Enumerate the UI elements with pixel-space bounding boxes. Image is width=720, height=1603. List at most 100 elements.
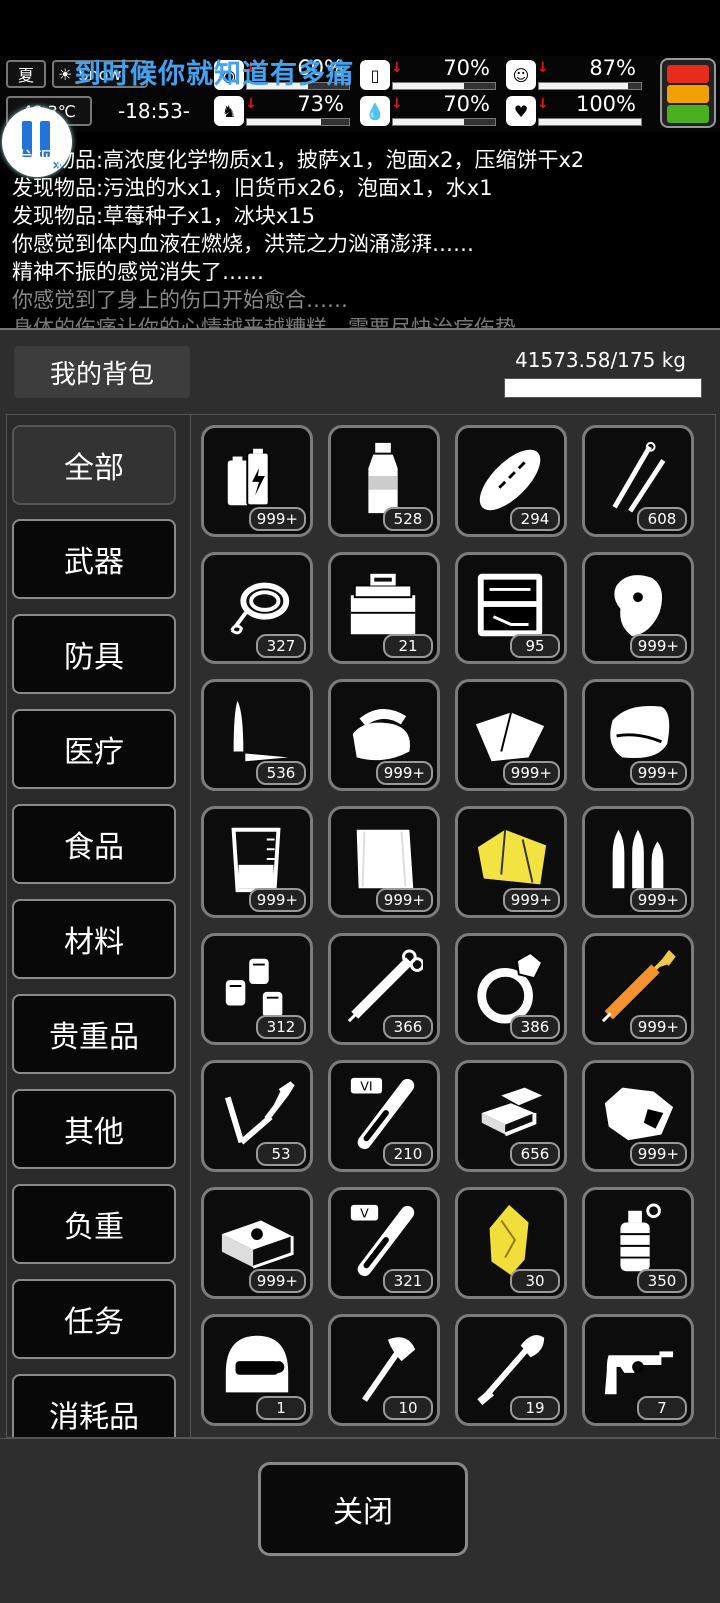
category-valuables[interactable]: 贵重品	[12, 994, 176, 1074]
item-count-badge: 999+	[375, 888, 433, 912]
rope-icon	[230, 582, 290, 635]
stat-value: 100%	[575, 92, 636, 116]
category-food[interactable]: 食品	[12, 804, 176, 884]
category-consumables[interactable]: 消耗品	[12, 1374, 176, 1437]
cash-stack-icon	[221, 1220, 294, 1269]
decrease-arrow-icon: ↓	[537, 96, 549, 112]
inventory-slot[interactable]: 999+	[201, 806, 313, 918]
toolbox-icon	[350, 573, 416, 635]
hydration-stat: 💧 ↓ 70%	[360, 92, 498, 128]
item-grid[interactable]: 999+ 528 294 608 327 21 95 999+ 536 999+ 999+ 999+ 9…	[190, 414, 716, 1438]
beaker-icon	[231, 827, 281, 893]
danger-red-bar	[667, 65, 709, 83]
inventory-slot[interactable]: 95	[455, 552, 567, 664]
item-count-badge: 999+	[629, 888, 687, 912]
inventory-slot[interactable]: 19	[455, 1314, 567, 1426]
close-button[interactable]: 关闭	[258, 1462, 468, 1556]
log-line: 精神不振的感觉消失了……	[12, 260, 264, 284]
inventory-slot[interactable]: 999+	[582, 1060, 694, 1172]
inventory-slot[interactable]: 30	[455, 1187, 567, 1299]
inventory-slot[interactable]: 386	[455, 933, 567, 1045]
inventory-slot[interactable]: 999+	[328, 806, 440, 918]
danger-level-indicator[interactable]	[660, 58, 716, 128]
category-armor[interactable]: 防具	[12, 614, 176, 694]
item-count-badge: 999+	[248, 1269, 306, 1293]
inventory-slot[interactable]: 999+	[455, 679, 567, 791]
inventory-slot[interactable]: 999+	[582, 552, 694, 664]
item-count-badge: 999+	[629, 634, 687, 658]
item-count-badge: 536	[256, 761, 306, 785]
inventory-slot[interactable]: 10	[328, 1314, 440, 1426]
weight-bar	[504, 378, 702, 398]
inventory-slot[interactable]: 366	[328, 933, 440, 1045]
inventory-slot[interactable]: 53	[201, 1060, 313, 1172]
inventory-slot[interactable]: 7	[582, 1314, 694, 1426]
mood-stat: ☺ ↓ 87%	[506, 56, 644, 92]
water-bottle-icon: ▯	[360, 60, 390, 90]
scrolling-banner: 到时候你就知道有多痛	[74, 59, 354, 90]
inventory-slot[interactable]: 312	[201, 933, 313, 1045]
log-line: 身体的伤痛让你的心情越来越糟糕，需要尽快治疗伤势	[12, 316, 516, 328]
inventory-slot[interactable]: 327	[201, 552, 313, 664]
tool-case-icon	[477, 573, 543, 637]
category-all[interactable]: 全部	[12, 425, 176, 505]
needles-icon	[612, 441, 666, 513]
stat-bar	[392, 82, 496, 90]
category-carry[interactable]: 负重	[12, 1184, 176, 1264]
inventory-slot[interactable]: 999+	[455, 806, 567, 918]
test-tube-v-icon: V	[350, 1204, 415, 1277]
test-tube-vi-icon: VI	[350, 1077, 415, 1150]
item-count-badge: 53	[256, 1142, 306, 1166]
decrease-arrow-icon: ↓	[245, 96, 257, 112]
stamina-stat: ♞ ↓ 73%	[214, 92, 352, 128]
category-materials[interactable]: 材料	[12, 899, 176, 979]
item-count-badge: 386	[510, 1015, 560, 1039]
white-cloth-icon	[356, 829, 414, 889]
stat-value: 70%	[443, 56, 490, 80]
inventory-slot[interactable]: 999+	[201, 1187, 313, 1299]
log-line: 发现物品:污浊的水x1，旧货币x26，泡面x1，水x1	[12, 176, 493, 200]
category-medical[interactable]: 医疗	[12, 709, 176, 789]
ore-icon	[604, 1087, 674, 1141]
status-bar	[0, 0, 720, 56]
category-list[interactable]: 全部 武器 防具 医疗 食品 材料 贵重品 其他 负重 任务 消耗品	[6, 414, 192, 1438]
water-bottle-icon	[368, 442, 398, 514]
health-stat: ♥ ↓ 100%	[506, 92, 644, 128]
inventory-slot[interactable]: 608	[582, 425, 694, 537]
item-count-badge: 999+	[629, 1015, 687, 1039]
category-other[interactable]: 其他	[12, 1089, 176, 1169]
thirst-stat: ▯ ↓ 70%	[360, 56, 498, 92]
inventory-slot[interactable]: 999+	[582, 806, 694, 918]
item-count-badge: 19	[510, 1396, 560, 1420]
stat-value: 73%	[297, 92, 344, 116]
inventory-slot[interactable]: 350	[582, 1187, 694, 1299]
inventory-slot[interactable]: 21	[328, 552, 440, 664]
inventory-slot[interactable]: VI 210	[328, 1060, 440, 1172]
item-count-badge: 999+	[629, 761, 687, 785]
item-count-badge: 999+	[375, 761, 433, 785]
category-weapons[interactable]: 武器	[12, 519, 176, 599]
inventory-slot[interactable]: 999+	[328, 679, 440, 791]
face-icon: ☺	[506, 60, 536, 90]
towel-icon	[610, 705, 670, 759]
inventory-slot[interactable]: 656	[455, 1060, 567, 1172]
inventory-slot[interactable]: V 321	[328, 1187, 440, 1299]
item-count-badge: 327	[256, 634, 306, 658]
inventory-slot[interactable]: 536	[201, 679, 313, 791]
sun-icon: ☀	[58, 64, 73, 84]
inventory-slot[interactable]: 528	[328, 425, 440, 537]
item-count-badge: 1	[256, 1396, 306, 1420]
bag-title: 我的背包	[14, 346, 190, 398]
item-count-badge: 999+	[629, 1142, 687, 1166]
grenade-icon	[620, 1203, 661, 1272]
inventory-slot[interactable]: 999+	[201, 425, 313, 537]
inventory-slot[interactable]: 999+	[582, 933, 694, 1045]
game-clock: -18:53-	[117, 99, 191, 123]
inventory-slot[interactable]: 999+	[582, 679, 694, 791]
stat-bar	[392, 118, 496, 126]
inventory-slot[interactable]: 1	[201, 1314, 313, 1426]
item-count-badge: 294	[510, 507, 560, 531]
category-quest[interactable]: 任务	[12, 1279, 176, 1359]
inventory-slot[interactable]: 294	[455, 425, 567, 537]
item-count-badge: 999+	[502, 761, 560, 785]
